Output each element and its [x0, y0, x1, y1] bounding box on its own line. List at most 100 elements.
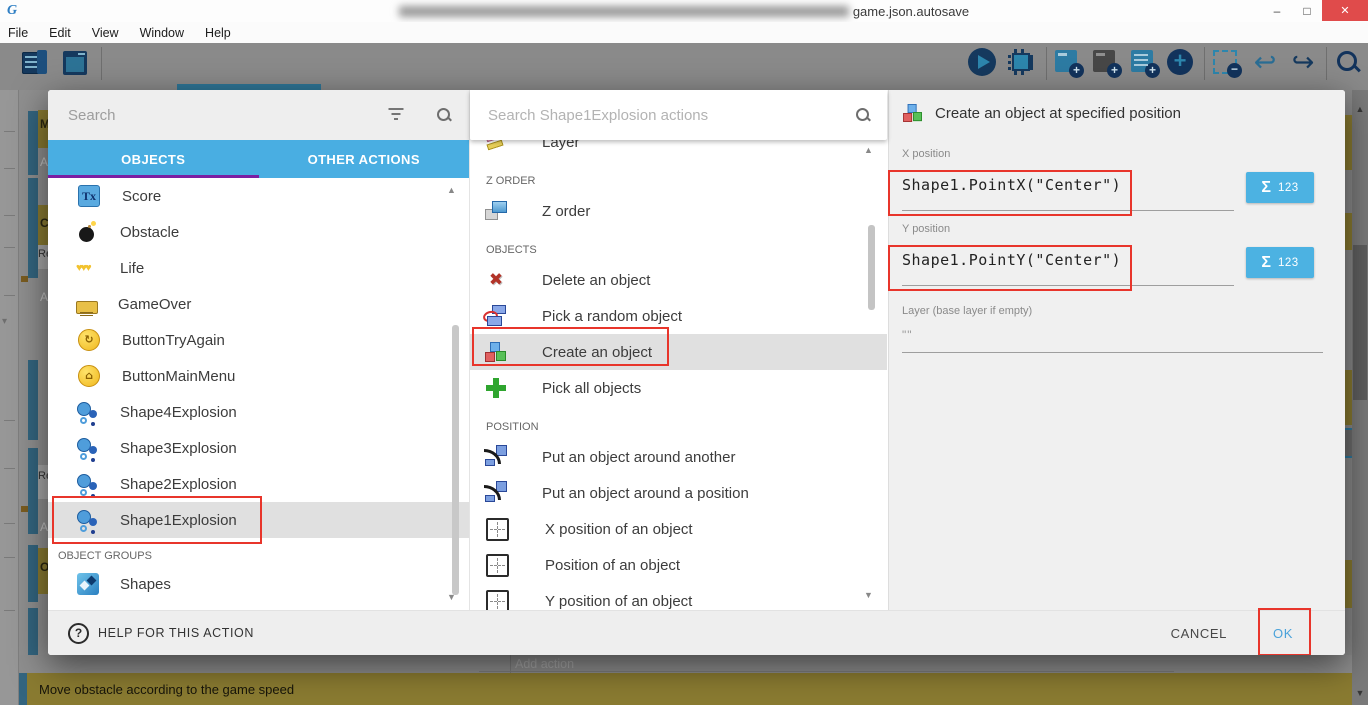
add-action-row[interactable]: Add action [19, 655, 1352, 673]
action-search-bar [470, 90, 887, 140]
toolbar: + + + − ↩ ↪ [0, 43, 1368, 84]
object-selector-panel: OBJECTS OTHER ACTIONS Tx Score Obstacle … [48, 90, 469, 610]
action-label: Create an object [542, 344, 652, 361]
scroll-up-icon[interactable]: ▲ [864, 145, 873, 155]
put-around-icon [484, 445, 508, 469]
action-row-z-order[interactable]: Z order [470, 193, 887, 229]
object-row-buttonmainmenu[interactable]: ⌂ ButtonMainMenu [48, 358, 469, 394]
toolbar-separator [1326, 47, 1327, 80]
ok-button[interactable]: OK [1273, 626, 1293, 641]
scroll-up-icon[interactable]: ▲ [1354, 104, 1366, 114]
action-mini-icon [21, 276, 28, 282]
create-object-icon [484, 340, 508, 364]
menu-edit[interactable]: Edit [49, 26, 71, 40]
scene-editor-icon[interactable] [61, 48, 91, 78]
object-row-shape4explosion[interactable]: Shape4Explosion [48, 394, 469, 430]
maximize-button[interactable]: □ [1292, 0, 1322, 21]
delete-event-icon[interactable]: − [1212, 48, 1242, 78]
action-row-pick-random[interactable]: Pick a random object [470, 298, 887, 334]
action-row-x-position[interactable]: X position of an object [470, 511, 887, 547]
scroll-down-icon[interactable]: ▼ [447, 592, 456, 602]
scroll-down-icon[interactable]: ▼ [864, 590, 873, 600]
play-icon[interactable] [968, 48, 998, 78]
z-order-icon [484, 199, 508, 223]
object-row-score[interactable]: Tx Score [48, 178, 469, 214]
close-button[interactable]: ✕ [1322, 0, 1368, 21]
action-row-create-object[interactable]: Create an object [470, 334, 887, 370]
undo-icon[interactable]: ↩ [1250, 48, 1280, 78]
search-icon[interactable] [436, 107, 452, 123]
object-row-gameover[interactable]: GameOver [48, 286, 469, 322]
action-search-input[interactable] [486, 102, 820, 128]
object-label: GameOver [118, 296, 191, 313]
project-manager-icon[interactable] [21, 48, 51, 78]
search-icon[interactable] [1334, 48, 1364, 78]
retry-button-icon: ↻ [78, 329, 100, 351]
menu-window[interactable]: Window [140, 26, 184, 40]
action-row-y-position[interactable]: Y position of an object [470, 583, 887, 610]
x-expression-builder-button[interactable]: Σ 123 [1246, 172, 1314, 203]
section-position: POSITION [470, 406, 887, 439]
cancel-button[interactable]: CANCEL [1171, 626, 1227, 641]
action-row-pick-all[interactable]: Pick all objects [470, 370, 887, 406]
menu-view[interactable]: View [92, 26, 119, 40]
add-action-link[interactable]: Add action [515, 657, 574, 671]
add-sub-event-icon[interactable]: + [1092, 48, 1122, 78]
action-label: Pick all objects [542, 380, 641, 397]
action-row-delete-object[interactable]: ✖ Delete an object [470, 262, 887, 298]
menu-help[interactable]: Help [205, 26, 231, 40]
filter-icon[interactable] [388, 108, 404, 120]
object-search-input[interactable] [66, 102, 370, 128]
object-label: Shape3Explosion [120, 440, 237, 457]
window-title-text: game.json.autosave [853, 4, 969, 19]
action-row-position[interactable]: Position of an object [470, 547, 887, 583]
home-button-icon: ⌂ [78, 365, 100, 387]
layer-value[interactable]: "" [902, 328, 913, 342]
action-row-put-around-position[interactable]: Put an object around a position [470, 475, 887, 511]
object-row-shape2explosion[interactable]: Shape2Explosion [48, 466, 469, 502]
menu-file[interactable]: File [8, 26, 28, 40]
add-event-icon[interactable]: + [1054, 48, 1084, 78]
y-position-value[interactable]: Shape1.PointY("Center") [902, 251, 1121, 269]
debug-icon[interactable] [1007, 48, 1037, 78]
redo-icon[interactable]: ↪ [1288, 48, 1318, 78]
event-fragment: A [40, 155, 48, 169]
object-row-shape1explosion[interactable]: Shape1Explosion [48, 502, 469, 538]
toolbar-separator [1204, 47, 1205, 80]
x-position-value[interactable]: Shape1.PointX("Center") [902, 176, 1121, 194]
object-row-buttontryagain[interactable]: ↻ ButtonTryAgain [48, 322, 469, 358]
object-row-shape3explosion[interactable]: Shape3Explosion [48, 430, 469, 466]
x-position-label: X position [902, 148, 950, 160]
scroll-down-icon[interactable]: ▼ [1354, 688, 1366, 698]
object-row-life[interactable]: ♥♥♥ Life [48, 250, 469, 286]
action-label: X position of an object [545, 521, 693, 538]
comment-text: Move obstacle according to the game spee… [39, 682, 294, 697]
help-button[interactable]: ? HELP FOR THIS ACTION [68, 623, 254, 644]
fold-arrow-icon[interactable]: ▾ [2, 316, 7, 327]
scroll-up-icon[interactable]: ▲ [447, 185, 456, 195]
add-standard-event-icon[interactable] [1166, 48, 1196, 78]
gdevelop-window: G game.json.autosave – □ ✕ File Edit Vie… [0, 0, 1368, 705]
minimize-button[interactable]: – [1262, 0, 1292, 21]
position-crosshair-icon [486, 518, 509, 541]
add-comment-icon[interactable]: + [1130, 48, 1160, 78]
action-list-scrollbar[interactable] [868, 225, 875, 310]
group-label: Shapes [120, 576, 171, 593]
object-label: Score [122, 188, 161, 205]
field-underline [902, 285, 1234, 286]
toolbar-separator [101, 47, 102, 80]
delete-object-icon: ✖ [484, 268, 508, 292]
y-expression-builder-button[interactable]: Σ 123 [1246, 247, 1314, 278]
particle-emitter-icon [76, 508, 100, 532]
object-list-scrollbar[interactable] [452, 325, 459, 595]
tab-other-actions[interactable]: OTHER ACTIONS [259, 140, 470, 178]
object-row-obstacle[interactable]: Obstacle [48, 214, 469, 250]
group-row-shapes[interactable]: Shapes [48, 566, 469, 602]
comment-row[interactable]: Move obstacle according to the game spee… [19, 673, 1352, 705]
action-label: Put an object around a position [542, 485, 749, 502]
put-around-icon [484, 481, 508, 505]
search-icon[interactable] [855, 107, 871, 123]
tab-objects[interactable]: OBJECTS [48, 140, 259, 178]
window-scrollbar-thumb[interactable] [1353, 245, 1367, 400]
action-row-put-around-another[interactable]: Put an object around another [470, 439, 887, 475]
